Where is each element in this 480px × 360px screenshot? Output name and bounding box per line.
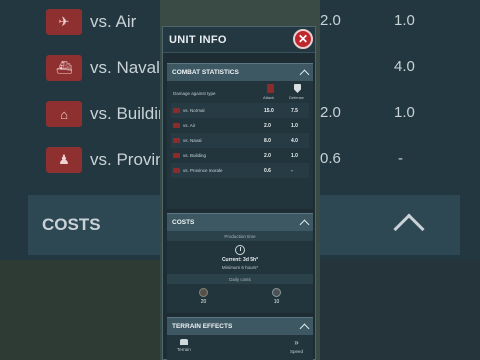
row-label: vs. Normal [183, 108, 205, 113]
terrain-effects-title: TERRAIN EFFECTS [172, 323, 233, 330]
costs-header[interactable]: COSTS [167, 213, 313, 231]
table-row: vs. Province morale 0.6 - [171, 163, 309, 178]
table-row: vs. Naval 8.0 4.0 [171, 133, 309, 148]
defense-label: Defense [289, 95, 304, 100]
row-attack: 0.6 [264, 167, 271, 174]
bg-row-air: ✈ vs. Air [46, 2, 136, 42]
bg-row-building: ⌂ vs. Building [46, 94, 177, 134]
combat-statistics-title: COMBAT STATISTICS [172, 69, 239, 76]
row-defense: 1.0 [291, 122, 298, 129]
table-row: vs. Air 2.0 1.0 [171, 118, 309, 133]
bg-province-attack: 0.6 [320, 150, 341, 167]
bg-province-defense: - [398, 150, 403, 167]
defense-icon [294, 84, 301, 93]
daily-costs-list: 20 10 [167, 288, 313, 305]
attack-label: Attack [263, 95, 275, 100]
close-button[interactable]: ✕ [293, 29, 313, 49]
row-label: vs. Air [183, 123, 196, 128]
chevron-up-icon [299, 323, 310, 334]
bg-province-icon: ♟ [46, 147, 82, 173]
row-label: vs. Building [183, 153, 207, 158]
minimum-production-time: Minimum 6 hours* [221, 265, 259, 270]
bg-row-label: vs. Naval [90, 58, 160, 77]
cost-value: 10 [273, 299, 280, 305]
combat-rows: vs. Normal 15.0 7.5 vs. Air 2.0 1.0 vs. … [171, 103, 309, 178]
bg-map-right [320, 260, 480, 360]
row-attack: 8.0 [264, 137, 271, 144]
unit-info-dialog: UNIT INFO ✕ COMBAT STATISTICS Damage aga… [162, 26, 316, 360]
damage-label: Damage against type [173, 91, 216, 96]
table-row: vs. Building 2.0 1.0 [171, 148, 309, 163]
speed-item: » Speed [289, 338, 303, 355]
daily-costs-label: Daily costs [167, 274, 313, 284]
row-attack: 15.0 [264, 107, 274, 114]
row-attack: 2.0 [264, 152, 271, 159]
bg-naval-icon: ⛴ [46, 55, 82, 81]
terrain-effects-header[interactable]: TERRAIN EFFECTS [167, 317, 313, 335]
bg-map-left [0, 260, 160, 360]
bg-naval-defense: 4.0 [394, 58, 415, 75]
row-defense: - [291, 167, 293, 174]
table-row: vs. Normal 15.0 7.5 [171, 103, 309, 118]
air-unit-icon [173, 123, 180, 128]
chevron-up-icon [299, 219, 310, 230]
row-defense: 4.0 [291, 137, 298, 144]
chevron-up-icon [299, 69, 310, 80]
attack-icon [267, 84, 274, 93]
phone-frame: UNIT INFO ✕ COMBAT STATISTICS Damage aga… [160, 0, 320, 360]
bg-costs-label: COSTS [42, 215, 101, 234]
cost-item-supplies: 20 [199, 288, 208, 305]
costs-title: COSTS [172, 219, 195, 226]
terrain-item: Terrain [177, 339, 191, 354]
bg-air-icon: ✈ [46, 9, 82, 35]
bg-air-attack: 2.0 [320, 12, 341, 29]
dialog-title: UNIT INFO [169, 33, 227, 46]
terrain-effects-panel: TERRAIN EFFECTS Terrain » Speed [167, 317, 313, 360]
combat-statistics-panel: COMBAT STATISTICS Damage against type At… [167, 63, 313, 209]
costs-panel: COSTS Production time Current: 3d 5h* Mi… [167, 213, 313, 313]
clock-icon [235, 245, 245, 255]
bg-building-attack: 2.0 [320, 104, 341, 121]
combat-statistics-header[interactable]: COMBAT STATISTICS [167, 63, 313, 81]
bg-air-defense: 1.0 [394, 12, 415, 29]
building-icon [173, 153, 180, 158]
row-defense: 7.5 [291, 107, 298, 114]
cost-value: 20 [200, 299, 207, 305]
metal-icon [272, 288, 281, 297]
speed-label: Speed [289, 349, 303, 354]
bg-row-label: vs. Air [90, 12, 137, 31]
row-label: vs. Province morale [183, 168, 223, 173]
current-production-time: Current: 3d 5h* [221, 257, 259, 263]
normal-unit-icon [173, 108, 180, 113]
speed-icon: » [294, 338, 299, 347]
supplies-icon [199, 288, 208, 297]
bg-row-naval: ⛴ vs. Naval [46, 48, 160, 88]
bg-building-defense: 1.0 [394, 104, 415, 121]
naval-unit-icon [173, 138, 180, 143]
cost-item-metal: 10 [272, 288, 281, 305]
row-defense: 1.0 [291, 152, 298, 159]
row-attack: 2.0 [264, 122, 271, 129]
bg-building-icon: ⌂ [46, 101, 82, 127]
terrain-label: Terrain [177, 347, 191, 352]
bg-costs-band-right [320, 195, 460, 255]
close-icon: ✕ [297, 32, 309, 46]
terrain-icon [179, 339, 188, 345]
row-label: vs. Naval [183, 138, 202, 143]
province-icon [173, 168, 180, 173]
production-time-label: Production time [167, 231, 313, 241]
combat-column-header: Damage against type Attack Defense [171, 83, 309, 103]
